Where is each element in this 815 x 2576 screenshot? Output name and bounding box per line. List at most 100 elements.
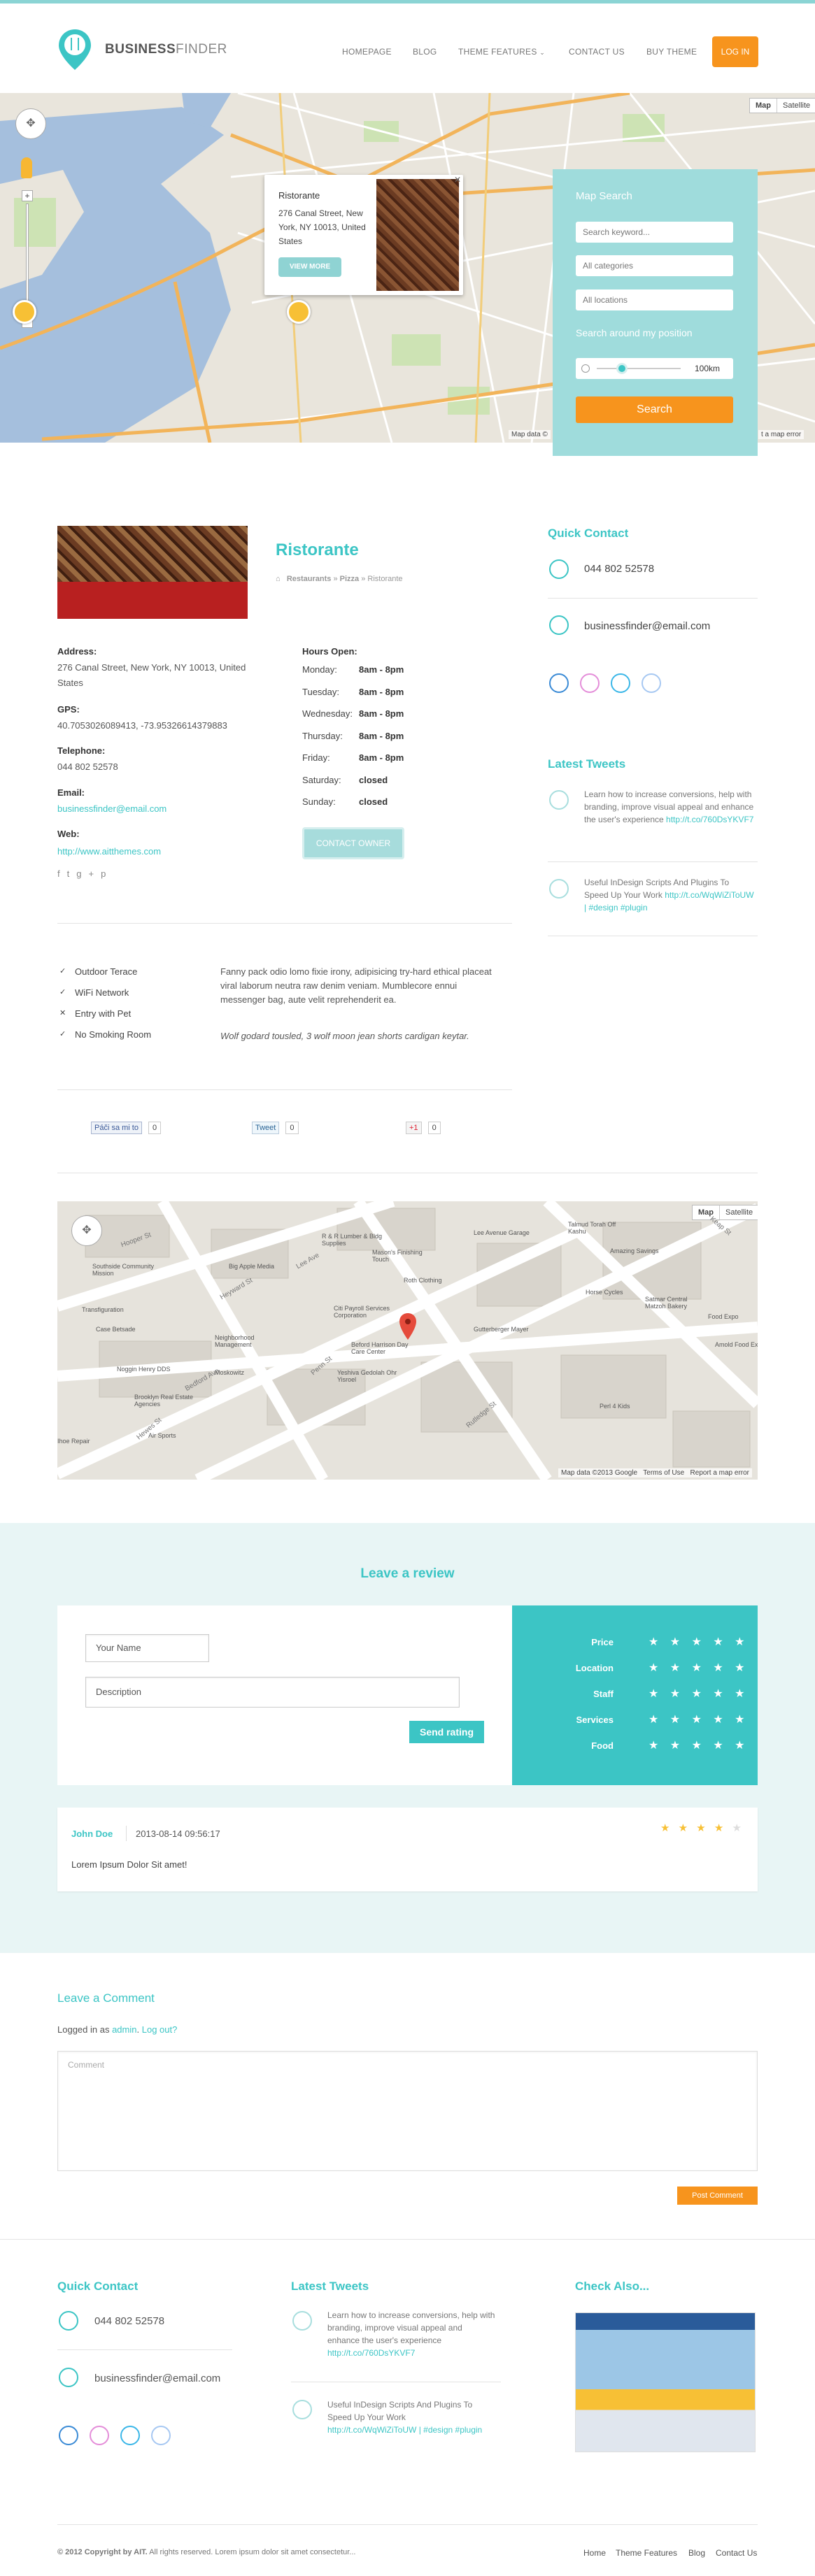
- map-place-label[interactable]: Noggin Henry DDS: [117, 1366, 180, 1373]
- tweet-link[interactable]: http://t.co/760DsYKVF7: [666, 815, 753, 824]
- nav-blog[interactable]: BLOG: [413, 47, 437, 57]
- facebook-like-button[interactable]: Páči sa mi to 0: [91, 1122, 162, 1134]
- pegman-icon[interactable]: [21, 157, 32, 178]
- tweet-button[interactable]: Tweet 0: [252, 1122, 299, 1134]
- map-place-label[interactable]: Amazing Savings: [610, 1247, 673, 1254]
- review-name-input[interactable]: Your Name: [85, 1634, 209, 1662]
- tweet-tags[interactable]: | #design #plugin: [419, 2425, 483, 2435]
- review-description-input[interactable]: Description: [85, 1677, 460, 1708]
- map-place-label[interactable]: Transfiguration: [82, 1306, 145, 1313]
- map-place-label[interactable]: Citi Payroll Services Corporation: [334, 1305, 397, 1319]
- category-select[interactable]: All categories: [576, 255, 733, 276]
- map-place-label[interactable]: Beford Harrison Day Care Center: [351, 1341, 414, 1355]
- map-marker-icon[interactable]: [13, 300, 36, 324]
- user-link[interactable]: admin: [112, 2024, 136, 2035]
- report-map-error-link[interactable]: Report a map error: [690, 1469, 749, 1477]
- rating-stars-input[interactable]: ★ ★ ★ ★ ★: [649, 1635, 749, 1649]
- map-place-label[interactable]: Lee Avenue Garage: [474, 1229, 537, 1236]
- radius-slider-track[interactable]: [597, 368, 681, 369]
- rating-stars-input[interactable]: ★ ★ ★ ★ ★: [649, 1712, 749, 1726]
- flickr-icon[interactable]: [151, 2426, 171, 2445]
- map-place-label[interactable]: Gutterberger Mayer: [474, 1326, 537, 1333]
- pan-control-icon[interactable]: ✥: [71, 1215, 102, 1246]
- view-more-button[interactable]: VIEW MORE: [278, 257, 341, 277]
- twitter-icon[interactable]: t: [67, 868, 77, 879]
- brand-name[interactable]: BUSINESSFINDER: [105, 42, 227, 57]
- nav-homepage[interactable]: HOMEPAGE: [342, 47, 392, 57]
- map-place-label[interactable]: Satmar Central Matzoh Bakery: [645, 1296, 708, 1310]
- map-place-label[interactable]: Mason's Finishing Touch: [372, 1249, 435, 1263]
- map-place-label[interactable]: Amold Food Exp: [715, 1341, 758, 1348]
- email-link[interactable]: businessfinder@email.com: [57, 801, 166, 817]
- pan-control-icon[interactable]: ✥: [15, 108, 46, 139]
- rating-stars-input[interactable]: ★ ★ ★ ★ ★: [649, 1661, 749, 1675]
- rating-stars-input[interactable]: ★ ★ ★ ★ ★: [649, 1738, 749, 1752]
- footer-link-home[interactable]: Home: [583, 2548, 606, 2558]
- comment-textarea[interactable]: Comment: [57, 2051, 758, 2171]
- map-place-label[interactable]: Neighborhood Management: [215, 1334, 278, 1348]
- map-place-label[interactable]: Perl 4 Kids: [600, 1403, 662, 1410]
- pinterest-icon[interactable]: p: [101, 868, 113, 879]
- map-place-label[interactable]: Horse Cycles: [586, 1289, 649, 1296]
- share-icon[interactable]: +: [88, 868, 101, 879]
- dribbble-icon[interactable]: [90, 2426, 109, 2445]
- location-map[interactable]: Map Satellite ✥ R & R Lumber & Bldg Supp…: [57, 1201, 758, 1480]
- logout-link[interactable]: Log out?: [142, 2024, 178, 2035]
- map-pin-icon[interactable]: [399, 1313, 416, 1340]
- map-place-label[interactable]: Ihoe Repair: [57, 1438, 120, 1445]
- breadcrumb-item[interactable]: Pizza: [340, 575, 360, 583]
- nav-theme-features[interactable]: THEME FEATURES ⌄: [458, 47, 545, 57]
- rating-stars-input[interactable]: ★ ★ ★ ★ ★: [649, 1687, 749, 1701]
- map-place-label[interactable]: Roth Clothing: [404, 1277, 467, 1284]
- terms-link[interactable]: Terms of Use: [643, 1469, 684, 1477]
- tweet-tags[interactable]: | #design #plugin: [584, 903, 648, 913]
- contact-owner-button[interactable]: CONTACT OWNER: [302, 827, 404, 859]
- check-also-thumbnail[interactable]: [575, 2312, 756, 2452]
- map-place-label[interactable]: Case Betsade: [96, 1326, 159, 1333]
- search-keyword-input[interactable]: Search keyword...: [576, 222, 733, 243]
- send-rating-button[interactable]: Send rating: [409, 1721, 484, 1743]
- zoom-slider[interactable]: [26, 203, 29, 315]
- facebook-icon[interactable]: [549, 673, 569, 693]
- map-place-label[interactable]: Moskowitz: [215, 1369, 278, 1376]
- tweet-link[interactable]: http://t.co/WqWiZiToUW: [327, 2425, 416, 2435]
- google-plus-icon[interactable]: g: [76, 868, 88, 879]
- location-map-satellite-button[interactable]: Satellite: [719, 1205, 758, 1219]
- breadcrumb-item[interactable]: Restaurants: [287, 575, 332, 583]
- dribbble-icon[interactable]: [580, 673, 600, 693]
- map-place-label[interactable]: Yeshiva Gedolah Ohr Yisroel: [337, 1369, 400, 1383]
- twitter-icon[interactable]: [120, 2426, 140, 2445]
- google-plus-one-button[interactable]: +1 0: [406, 1122, 441, 1134]
- tweet-link[interactable]: http://t.co/760DsYKVF7: [327, 2348, 415, 2358]
- footer-email[interactable]: businessfinder@email.com: [94, 2373, 220, 2384]
- nav-contact-us[interactable]: CONTACT US: [569, 47, 625, 57]
- flickr-icon[interactable]: [642, 673, 661, 693]
- close-icon[interactable]: ✕: [454, 175, 461, 185]
- home-icon[interactable]: ⌂: [276, 575, 281, 583]
- footer-link-contact-us[interactable]: Contact Us: [716, 2548, 757, 2558]
- map-place-label[interactable]: Southside Community Mission: [92, 1263, 155, 1277]
- logo-pin-icon[interactable]: [57, 28, 92, 71]
- post-comment-button[interactable]: Post Comment: [677, 2187, 758, 2205]
- top-map-report-link[interactable]: t a map error: [758, 430, 805, 439]
- infowindow-title[interactable]: Ristorante: [278, 190, 320, 201]
- map-place-label[interactable]: R & R Lumber & Bldg Supplies: [322, 1233, 385, 1247]
- twitter-icon[interactable]: [611, 673, 630, 693]
- map-place-label[interactable]: Big Apple Media: [229, 1263, 292, 1270]
- radius-slider-handle[interactable]: [616, 363, 628, 374]
- facebook-icon[interactable]: f: [57, 868, 67, 879]
- facebook-icon[interactable]: [59, 2426, 78, 2445]
- map-place-label[interactable]: Food Expo: [708, 1313, 758, 1320]
- zoom-in-button[interactable]: +: [22, 190, 33, 201]
- map-place-label[interactable]: Air Sports: [148, 1432, 211, 1439]
- radius-checkbox[interactable]: [581, 364, 590, 373]
- footer-link-blog[interactable]: Blog: [688, 2548, 705, 2558]
- top-map-satellite-button[interactable]: Satellite: [777, 99, 815, 113]
- footer-link-theme-features[interactable]: Theme Features: [616, 2548, 677, 2558]
- map-marker-icon[interactable]: [287, 300, 311, 324]
- nav-buy-theme[interactable]: BUY THEME: [646, 47, 697, 57]
- location-select[interactable]: All locations: [576, 289, 733, 310]
- map-place-label[interactable]: Brooklyn Real Estate Agencies: [134, 1394, 197, 1408]
- map-place-label[interactable]: Talmud Torah Off Kashu: [568, 1221, 631, 1235]
- quick-contact-email[interactable]: businessfinder@email.com: [584, 620, 710, 632]
